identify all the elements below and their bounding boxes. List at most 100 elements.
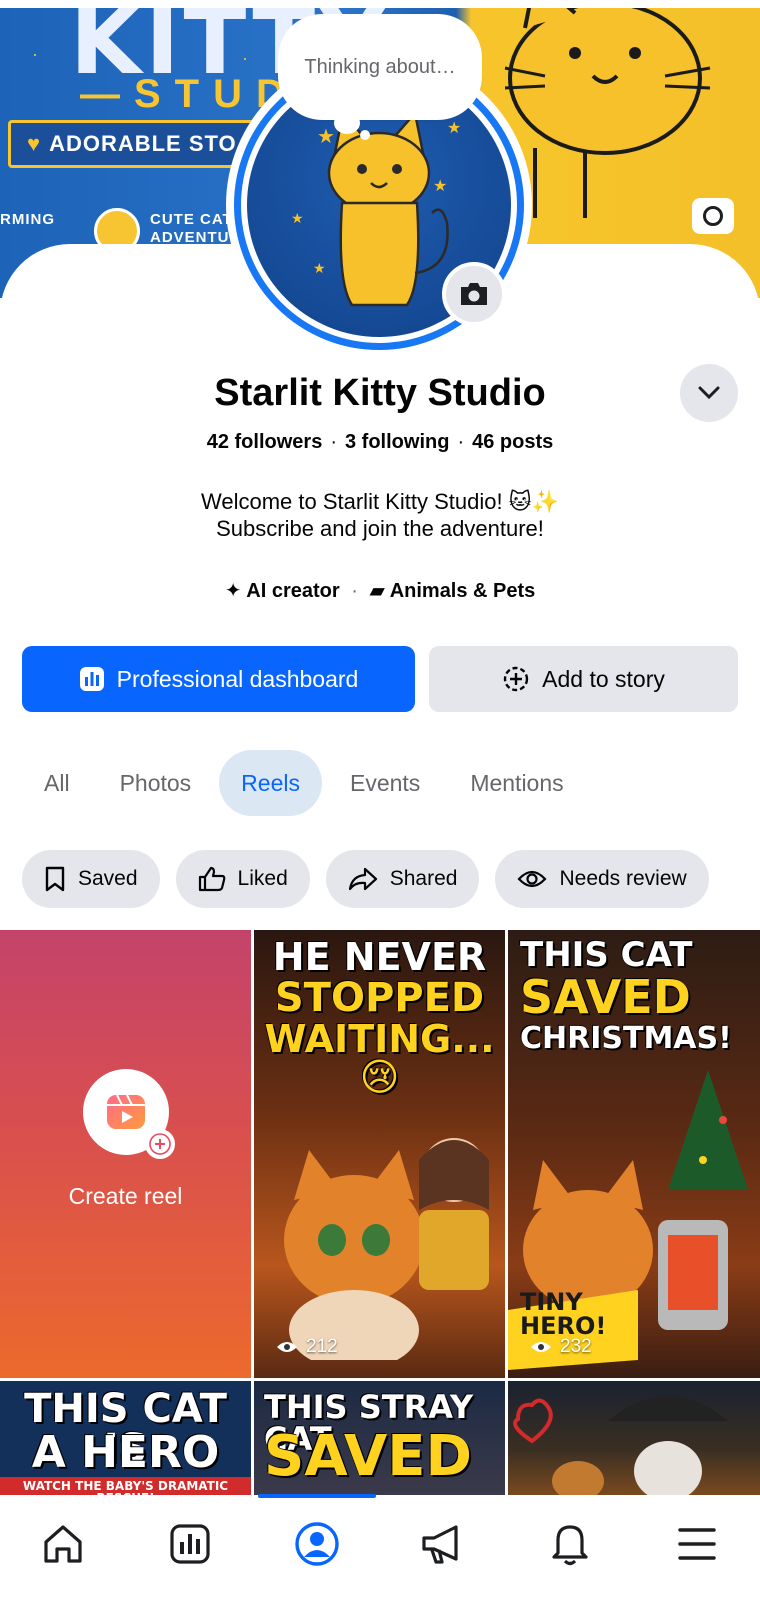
expand-profile-button[interactable]: [680, 364, 738, 422]
megaphone-icon: [422, 1525, 458, 1564]
tab-reels[interactable]: Reels: [219, 750, 322, 816]
filter-saved[interactable]: Saved: [22, 850, 160, 908]
add-to-story-button[interactable]: Add to story: [429, 646, 738, 712]
reel-views: 212: [276, 1336, 338, 1358]
avatar-camera-icon[interactable]: [442, 262, 506, 326]
thought-bubble[interactable]: Thinking about…: [278, 14, 482, 120]
reel-title: SAVED: [264, 1424, 472, 1489]
bio-line: Subscribe and join the adventure!: [216, 516, 544, 541]
followers-count[interactable]: 42 followers: [207, 431, 323, 453]
category-icon: ▰: [369, 580, 385, 602]
heart-icon: ♥: [27, 131, 42, 156]
eye-icon: [517, 870, 547, 888]
create-reel-label: Create reel: [68, 1182, 183, 1209]
svg-text:★: ★: [433, 178, 447, 195]
tab-photos[interactable]: Photos: [98, 750, 214, 816]
nav-menu[interactable]: [667, 1514, 727, 1574]
svg-text:★: ★: [317, 126, 335, 148]
tab-events[interactable]: Events: [328, 750, 442, 816]
reel-views-count: 232: [560, 1336, 592, 1357]
reel-title: SAVED: [520, 970, 691, 1024]
add-story-icon: [503, 666, 529, 692]
reel-image: [513, 1396, 728, 1495]
home-icon: [44, 1525, 82, 1563]
cover-camera-icon[interactable]: [692, 198, 734, 234]
filter-shared[interactable]: Shared: [325, 850, 480, 908]
reel-icon: [106, 1094, 145, 1129]
star-decoration: ·: [242, 48, 248, 68]
reel-thumbnail[interactable]: HE NEVER STOPPED WAITING...😢 212: [254, 930, 505, 1378]
nav-dashboard[interactable]: [160, 1514, 220, 1574]
bookmark-icon: [45, 866, 65, 892]
menu-icon: [677, 1528, 716, 1560]
plus-icon: [144, 1128, 175, 1159]
reel-badge: TINY HERO!: [520, 1288, 607, 1340]
reel-image: [284, 1138, 489, 1360]
profile-tabs: All Photos Reels Events Mentions: [22, 750, 592, 816]
tab-all[interactable]: All: [22, 750, 92, 816]
eye-icon: [277, 1342, 297, 1352]
bio-line: Welcome to Starlit Kitty Studio! 🐱✨: [200, 489, 560, 514]
nav-notifications[interactable]: [540, 1514, 600, 1574]
svg-text:★: ★: [447, 120, 461, 137]
filter-shared-label: Shared: [389, 867, 458, 890]
svg-text:★: ★: [313, 260, 326, 276]
reel-thumbnail[interactable]: THIS CAT SAVED CHRISTMAS! TINY HERO! 232: [508, 930, 760, 1378]
chevron-down-icon: [698, 386, 720, 400]
reel-filter-chips: Saved Liked Shared Needs review: [22, 850, 709, 908]
reel-title: A HERO: [31, 1427, 220, 1478]
create-reel-icon: [82, 1068, 175, 1159]
reel-title: HE NEVER: [272, 935, 487, 979]
reel-thumbnail[interactable]: THIS CAT IS A HERO WATCH THE BABY'S DRAM…: [0, 1381, 251, 1495]
svg-text:★: ★: [291, 210, 304, 226]
profile-tags: ✦ AI creator · ▰ Animals & Pets: [224, 580, 536, 602]
reel-title: THIS CAT: [520, 935, 693, 975]
nav-profile[interactable]: [287, 1514, 347, 1574]
filter-saved-label: Saved: [78, 867, 138, 890]
reel-subtitle: WATCH THE BABY'S DRAMATIC RESCUE!: [0, 1477, 251, 1495]
profile-bio: Welcome to Starlit Kitty Studio! 🐱✨ Subs…: [0, 488, 760, 542]
tag-ai-creator[interactable]: AI creator: [246, 580, 339, 602]
filter-needs-review-label: Needs review: [559, 867, 687, 890]
reel-views: 232: [530, 1336, 592, 1358]
cover-adorable-ribbon: ♥ ADORABLE STO: [8, 120, 254, 168]
professional-dashboard-button[interactable]: Professional dashboard: [22, 646, 415, 712]
sparkle-icon: ✦: [224, 580, 242, 602]
thumbs-up-icon: [198, 866, 225, 892]
tag-category[interactable]: Animals & Pets: [390, 580, 536, 602]
reels-grid: Create reel HE NEVER STOPPED WAITING...😢…: [0, 930, 760, 1495]
reel-views-count: 212: [306, 1336, 338, 1357]
reel-title: WAITING...😢: [264, 1017, 495, 1099]
cover-cute-line1: CUTE CAT: [150, 211, 233, 228]
nav-ads[interactable]: [413, 1514, 473, 1574]
reel-thumbnail[interactable]: [508, 1381, 760, 1495]
profile-name: Starlit Kitty Studio: [214, 372, 546, 414]
eye-icon: [531, 1342, 551, 1352]
filter-liked-label: Liked: [237, 867, 288, 890]
dashboard-icon: [170, 1524, 210, 1564]
thought-bubble-dot: [334, 112, 360, 134]
bell-icon: [552, 1525, 588, 1566]
profile-icon: [294, 1522, 339, 1566]
cover-adorable-text: ADORABLE STO: [49, 131, 237, 156]
profile-stats: 42 followers · 3 following · 46 posts: [206, 431, 554, 453]
thought-bubble-dot: [360, 130, 370, 140]
dashboard-icon: [79, 667, 104, 691]
reel-title: STOPPED: [274, 975, 485, 1021]
posts-count: 46 posts: [472, 431, 554, 453]
create-reel-tile[interactable]: Create reel: [0, 930, 251, 1378]
thought-bubble-text: Thinking about…: [304, 55, 456, 78]
bottom-navigation: [0, 1498, 760, 1600]
professional-dashboard-label: Professional dashboard: [116, 665, 359, 692]
filter-liked[interactable]: Liked: [175, 850, 310, 908]
tab-mentions[interactable]: Mentions: [448, 750, 585, 816]
cover-small-text: RMING: [0, 211, 55, 228]
filter-needs-review[interactable]: Needs review: [495, 850, 709, 908]
star-decoration: ·: [32, 44, 38, 64]
reel-thumbnail[interactable]: THIS STRAY CAT SAVED: [254, 1381, 505, 1495]
following-count[interactable]: 3 following: [345, 431, 449, 453]
nav-home[interactable]: [33, 1514, 93, 1574]
reel-title: CHRISTMAS!: [520, 1021, 732, 1056]
share-icon: [348, 867, 377, 891]
add-to-story-label: Add to story: [542, 665, 665, 692]
